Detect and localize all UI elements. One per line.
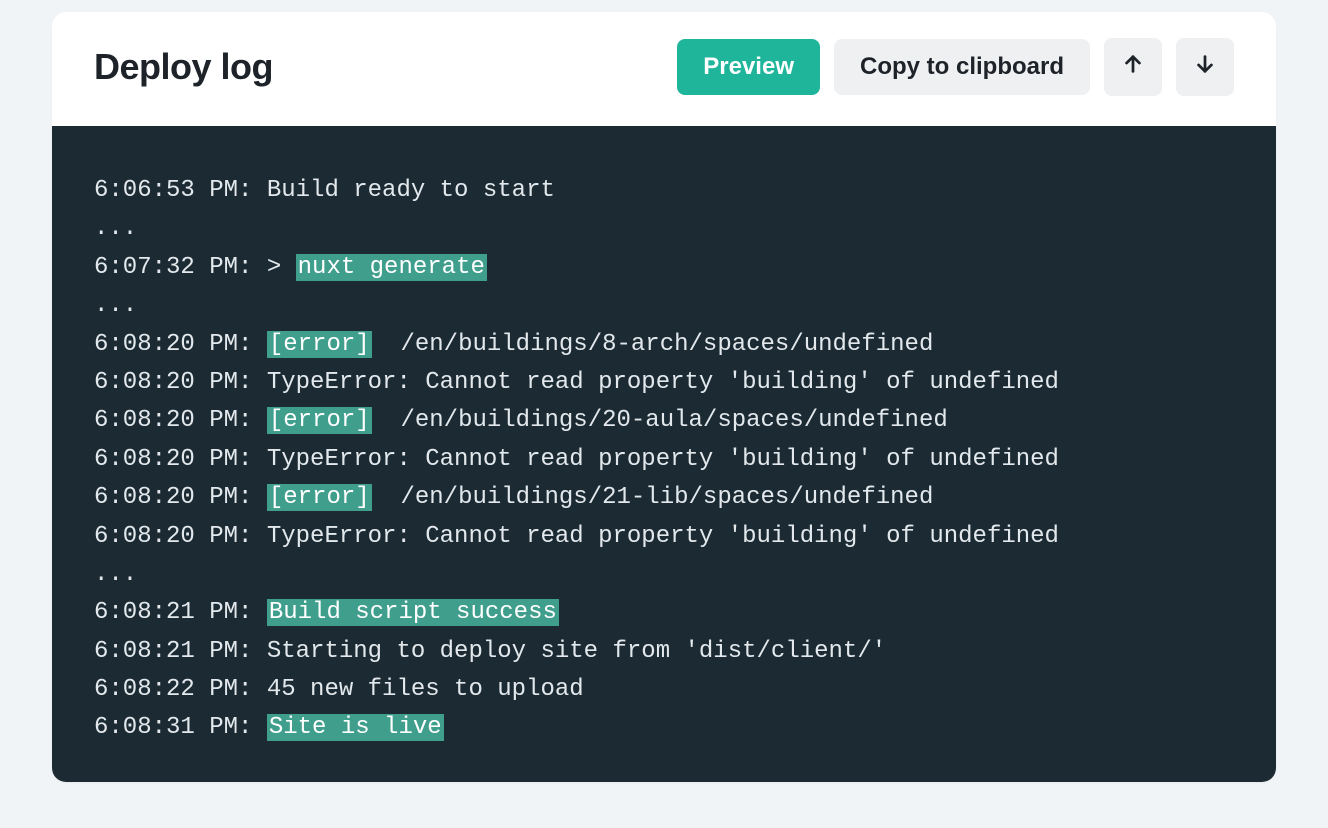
log-segment: > [267, 254, 296, 281]
log-timestamp: 6:08:20 PM: [94, 369, 267, 396]
log-timestamp: 6:08:20 PM: [94, 446, 267, 473]
log-timestamp: 6:08:20 PM: [94, 331, 267, 358]
header: Deploy log Preview Copy to clipboard [52, 12, 1276, 126]
log-line: 6:07:32 PM: > nuxt generate [94, 249, 1234, 287]
log-line: 6:08:20 PM: TypeError: Cannot read prope… [94, 518, 1234, 556]
log-line: 6:08:20 PM: TypeError: Cannot read prope… [94, 364, 1234, 402]
arrow-up-icon [1122, 53, 1144, 82]
arrow-down-icon [1194, 53, 1216, 82]
copy-to-clipboard-button[interactable]: Copy to clipboard [834, 39, 1090, 95]
log-segment: TypeError: Cannot read property 'buildin… [267, 446, 1059, 473]
log-line: 6:08:22 PM: 45 new files to upload [94, 671, 1234, 709]
log-segment: 45 new files to upload [267, 676, 584, 703]
log-timestamp: 6:08:31 PM: [94, 714, 267, 741]
log-timestamp: 6:08:21 PM: [94, 599, 267, 626]
log-line: ... [94, 210, 1234, 248]
log-line: 6:06:53 PM: Build ready to start [94, 172, 1234, 210]
log-line: 6:08:20 PM: [error] /en/buildings/20-aul… [94, 402, 1234, 440]
log-segment: [error] [267, 331, 372, 358]
log-segment: Starting to deploy site from 'dist/clien… [267, 638, 886, 665]
log-segment: TypeError: Cannot read property 'buildin… [267, 369, 1059, 396]
page-title: Deploy log [94, 46, 273, 88]
log-segment: Build script success [267, 599, 559, 626]
scroll-up-button[interactable] [1104, 38, 1162, 96]
log-line: 6:08:20 PM: TypeError: Cannot read prope… [94, 441, 1234, 479]
log-segment: nuxt generate [296, 254, 487, 281]
log-line: 6:08:21 PM: Build script success [94, 594, 1234, 632]
log-segment: /en/buildings/21-lib/spaces/undefined [372, 484, 934, 511]
log-timestamp: 6:07:32 PM: [94, 254, 267, 281]
log-line: ... [94, 287, 1234, 325]
log-timestamp: 6:08:21 PM: [94, 638, 267, 665]
log-segment: /en/buildings/8-arch/spaces/undefined [372, 331, 934, 358]
log-segment: TypeError: Cannot read property 'buildin… [267, 523, 1059, 550]
log-segment: [error] [267, 407, 372, 434]
log-timestamp: 6:08:20 PM: [94, 523, 267, 550]
deploy-log-card: Deploy log Preview Copy to clipboard 6:0… [52, 12, 1276, 782]
log-line: 6:08:21 PM: Starting to deploy site from… [94, 633, 1234, 671]
log-line: ... [94, 556, 1234, 594]
log-segment: Build ready to start [267, 177, 555, 204]
log-segment: [error] [267, 484, 372, 511]
log-line: 6:08:20 PM: [error] /en/buildings/8-arch… [94, 326, 1234, 364]
log-line: 6:08:20 PM: [error] /en/buildings/21-lib… [94, 479, 1234, 517]
preview-button[interactable]: Preview [677, 39, 820, 95]
log-timestamp: 6:08:20 PM: [94, 484, 267, 511]
log-segment: Site is live [267, 714, 444, 741]
scroll-down-button[interactable] [1176, 38, 1234, 96]
log-line: 6:08:31 PM: Site is live [94, 709, 1234, 747]
log-segment: /en/buildings/20-aula/spaces/undefined [372, 407, 948, 434]
deploy-log-output: 6:06:53 PM: Build ready to start...6:07:… [52, 126, 1276, 782]
header-actions: Preview Copy to clipboard [677, 38, 1234, 96]
log-timestamp: 6:08:20 PM: [94, 407, 267, 434]
log-timestamp: 6:06:53 PM: [94, 177, 267, 204]
log-timestamp: 6:08:22 PM: [94, 676, 267, 703]
